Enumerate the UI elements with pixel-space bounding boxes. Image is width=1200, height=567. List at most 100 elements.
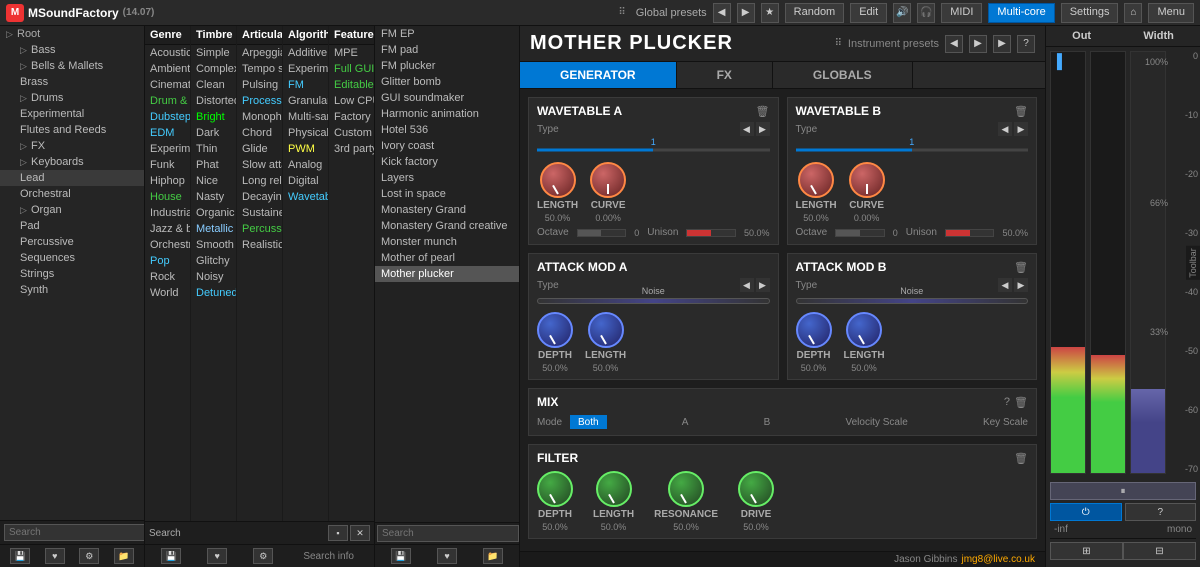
alg-physical[interactable]: Physical [283,125,328,141]
timbre-bright[interactable]: Bright [191,109,236,125]
help-btn[interactable]: ? [1125,503,1197,521]
feat-customgui[interactable]: Custom GUI [329,125,374,141]
tree-item-organ[interactable]: ▷ Organ [0,202,144,218]
art-decaying[interactable]: Decaying [237,189,282,205]
timbre-dark[interactable]: Dark [191,125,236,141]
bottom-icon-2[interactable]: ⊟ [1123,542,1196,560]
inst-nav-prev[interactable]: ◀ [945,35,963,53]
feat-factory[interactable]: Factory [329,109,374,125]
preset-harmonic-animation[interactable]: Harmonic animation [375,106,519,122]
preset-glitter-bomb[interactable]: Glitter bomb [375,74,519,90]
save-icon-btn[interactable]: 💾 [10,548,30,564]
genre-ambient[interactable]: Ambient [145,61,190,77]
wt-b-octave-slider[interactable] [835,229,885,237]
feat-lowcpu[interactable]: Low CPU [329,93,374,109]
preset-mother-plucker[interactable]: Mother plucker [375,266,519,282]
alg-wavetable[interactable]: Wavetable [283,189,328,205]
art-realistic[interactable]: Realistic [237,237,282,253]
preset-ivory-coast[interactable]: Ivory coast [375,138,519,154]
am-b-depth-knob[interactable] [796,312,832,348]
timbre-clean[interactable]: Clean [191,77,236,93]
timbre-noisy[interactable]: Noisy [191,269,236,285]
tree-item-keyboards[interactable]: ▷ Keyboards [0,154,144,170]
inst-nav-play[interactable]: ▶ [993,35,1011,53]
am-b-trash-icon[interactable]: 🗑 [1014,261,1028,274]
browser-search-del[interactable]: ✕ [350,525,370,541]
bar-chart-icon[interactable]: ▐ [1052,53,1062,69]
tree-item-drums[interactable]: ▷ Drums [0,90,144,106]
nav-star-btn[interactable]: ★ [761,3,779,23]
genre-dnb[interactable]: Drum & Bass [145,93,190,109]
tree-item-orchestral[interactable]: Orchestral [0,186,144,202]
art-pulsing[interactable]: Pulsing [237,77,282,93]
preset-fm-ep[interactable]: FM EP [375,26,519,42]
alg-digital[interactable]: Digital [283,173,328,189]
alg-fm[interactable]: FM [283,77,328,93]
art-processed[interactable]: Processed [237,93,282,109]
preset-hotel-536[interactable]: Hotel 536 [375,122,519,138]
preset-fm-plucker[interactable]: FM plucker [375,58,519,74]
genre-dubstep[interactable]: Dubstep [145,109,190,125]
preset-mother-of-pearl[interactable]: Mother of pearl [375,250,519,266]
am-a-noise-slider[interactable] [537,298,770,304]
wt-a-unison-slider[interactable] [686,229,736,237]
tree-item-pad[interactable]: Pad [0,218,144,234]
timbre-organic[interactable]: Organic [191,205,236,221]
wt-a-length-knob[interactable] [540,162,576,198]
genre-edm[interactable]: EDM [145,125,190,141]
filter-depth-knob[interactable] [537,471,573,507]
tree-item-brass[interactable]: Brass [0,74,144,90]
genre-world[interactable]: World [145,285,190,301]
am-a-length-knob[interactable] [588,312,624,348]
am-b-noise-slider[interactable] [796,298,1029,304]
genre-jazz[interactable]: Jazz & blues [145,221,190,237]
am-b-next-btn[interactable]: ▶ [1014,278,1028,292]
genre-cinematic[interactable]: Cinematic [145,77,190,93]
preset-monastery-grand[interactable]: Monastery Grand [375,202,519,218]
mix-mode-value[interactable]: Both [570,415,607,429]
am-a-depth-knob[interactable] [537,312,573,348]
feat-editable[interactable]: Editable [329,77,374,93]
filter-drive-knob[interactable] [738,471,774,507]
tree-item-sequences[interactable]: Sequences [0,250,144,266]
preset-save-btn[interactable]: 💾 [391,548,411,564]
art-monophonic[interactable]: Monophonic [237,109,282,125]
wt-b-prev-btn[interactable]: ◀ [998,122,1012,136]
tab-globals[interactable]: GLOBALS [773,62,913,88]
speaker-icon[interactable]: 🔊 [893,3,911,23]
alg-additive[interactable]: Additive [283,45,328,61]
settings-btn[interactable]: Settings [1061,3,1119,23]
alg-granular[interactable]: Granular [283,93,328,109]
genre-orchestral[interactable]: Orchestral [145,237,190,253]
preset-layers[interactable]: Layers [375,170,519,186]
preset-folder-btn[interactable]: 📁 [483,548,503,564]
wt-a-prev-btn[interactable]: ◀ [740,122,754,136]
filter-trash-icon[interactable]: 🗑 [1014,452,1028,465]
menu-btn[interactable]: Menu [1148,3,1194,23]
art-percussive[interactable]: Percussive [237,221,282,237]
genre-experimental[interactable]: Experimental [145,141,190,157]
tab-fx[interactable]: FX [677,62,773,88]
wt-b-trash-icon[interactable]: 🗑 [1014,105,1028,118]
alg-multisampled[interactable]: Multi-sampled [283,109,328,125]
art-chord[interactable]: Chord [237,125,282,141]
home-icon[interactable]: ⌂ [1124,3,1142,23]
am-b-length-knob[interactable] [846,312,882,348]
tree-root[interactable]: ▷ Root [0,26,144,42]
alg-analog[interactable]: Analog [283,157,328,173]
wt-a-trash-icon[interactable]: 🗑 [756,105,770,118]
browser-heart-btn[interactable]: ♥ [207,548,227,564]
wt-b-next-btn[interactable]: ▶ [1014,122,1028,136]
preset-fm-pad[interactable]: FM pad [375,42,519,58]
art-slowattack[interactable]: Slow attack [237,157,282,173]
art-arpeggiated[interactable]: Arpeggiated [237,45,282,61]
genre-rock[interactable]: Rock [145,269,190,285]
timbre-nasty[interactable]: Nasty [191,189,236,205]
power-btn[interactable]: ⏻ [1050,503,1122,521]
timbre-distorted[interactable]: Distorted [191,93,236,109]
tab-generator[interactable]: GENERATOR [520,62,677,88]
tree-item-strings[interactable]: Strings [0,266,144,282]
timbre-simple[interactable]: Simple [191,45,236,61]
timbre-thin[interactable]: Thin [191,141,236,157]
preset-kick-factory[interactable]: Kick factory [375,154,519,170]
